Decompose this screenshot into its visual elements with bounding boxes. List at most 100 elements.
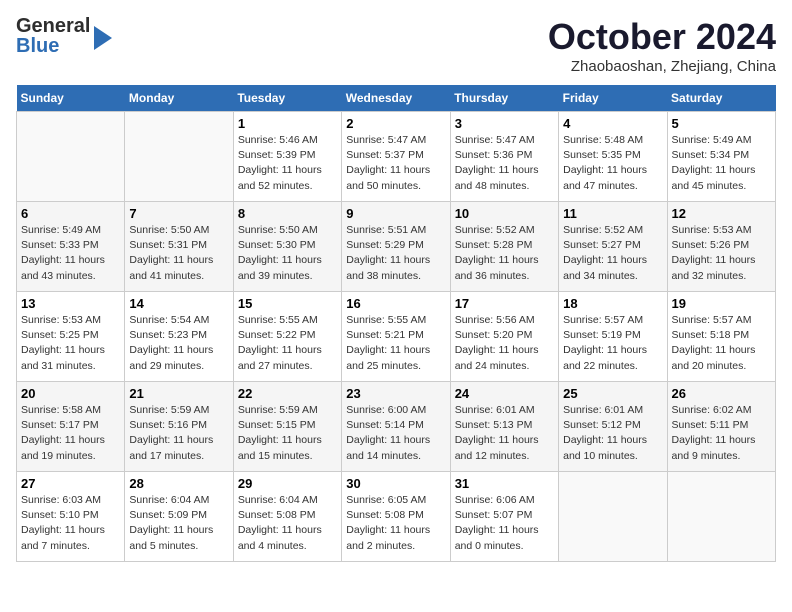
day-number: 8: [238, 206, 337, 221]
calendar-cell: 6Sunrise: 5:49 AM Sunset: 5:33 PM Daylig…: [17, 202, 125, 292]
weekday-header-saturday: Saturday: [667, 85, 775, 112]
day-number: 9: [346, 206, 445, 221]
logo-chevron-icon: [94, 26, 112, 50]
day-number: 22: [238, 386, 337, 401]
logo-name: General Blue: [16, 16, 90, 56]
day-info: Sunrise: 5:48 AM Sunset: 5:35 PM Dayligh…: [563, 133, 662, 194]
calendar-cell: 26Sunrise: 6:02 AM Sunset: 5:11 PM Dayli…: [667, 382, 775, 472]
calendar-cell: 9 Sunrise: 5:51 AM Sunset: 5:29 PM Daylig…: [342, 202, 450, 292]
day-info: Sunrise: 5:52 AM Sunset: 5:27 PM Dayligh…: [563, 223, 662, 284]
calendar-cell: 24Sunrise: 6:01 AM Sunset: 5:13 PM Dayli…: [450, 382, 558, 472]
calendar-cell: 28 Sunrise: 6:04 AM Sunset: 5:09 PM Dayli…: [125, 472, 233, 562]
day-number: 19: [672, 296, 771, 311]
day-info: Sunrise: 5:53 AM Sunset: 5:26 PM Dayligh…: [672, 223, 771, 284]
calendar-cell: 3Sunrise: 5:47 AM Sunset: 5:36 PM Daylig…: [450, 112, 558, 202]
day-number: 29: [238, 476, 337, 491]
calendar-cell: 20Sunrise: 5:58 AM Sunset: 5:17 PM Dayli…: [17, 382, 125, 472]
calendar-cell: 11 Sunrise: 5:52 AM Sunset: 5:27 PM Dayli…: [559, 202, 667, 292]
title-block: October 2024 Zhaobaoshan, Zhejiang, Chin…: [548, 16, 776, 75]
calendar-cell: [667, 472, 775, 562]
month-title: October 2024: [548, 16, 776, 58]
calendar-cell: 17Sunrise: 5:56 AM Sunset: 5:20 PM Dayli…: [450, 292, 558, 382]
location: Zhaobaoshan, Zhejiang, China: [548, 58, 776, 75]
calendar-week-row: 20Sunrise: 5:58 AM Sunset: 5:17 PM Dayli…: [17, 382, 776, 472]
day-info: Sunrise: 5:57 AM Sunset: 5:18 PM Dayligh…: [672, 313, 771, 374]
day-number: 25: [563, 386, 662, 401]
day-number: 10: [455, 206, 554, 221]
calendar-cell: 18 Sunrise: 5:57 AM Sunset: 5:19 PM Dayli…: [559, 292, 667, 382]
calendar-week-row: 13Sunrise: 5:53 AM Sunset: 5:25 PM Dayli…: [17, 292, 776, 382]
calendar-cell: 1 Sunrise: 5:46 AM Sunset: 5:39 PM Daylig…: [233, 112, 341, 202]
day-info: Sunrise: 5:55 AM Sunset: 5:21 PM Dayligh…: [346, 313, 445, 374]
day-info: Sunrise: 6:02 AM Sunset: 5:11 PM Dayligh…: [672, 403, 771, 464]
day-number: 30: [346, 476, 445, 491]
calendar-cell: 30 Sunrise: 6:05 AM Sunset: 5:08 PM Dayli…: [342, 472, 450, 562]
day-info: Sunrise: 5:46 AM Sunset: 5:39 PM Dayligh…: [238, 133, 337, 194]
calendar-cell: 5 Sunrise: 5:49 AM Sunset: 5:34 PM Daylig…: [667, 112, 775, 202]
day-info: Sunrise: 6:05 AM Sunset: 5:08 PM Dayligh…: [346, 493, 445, 554]
calendar-cell: 16 Sunrise: 5:55 AM Sunset: 5:21 PM Dayli…: [342, 292, 450, 382]
day-number: 21: [129, 386, 228, 401]
day-number: 11: [563, 206, 662, 221]
day-number: 16: [346, 296, 445, 311]
calendar-cell: [125, 112, 233, 202]
calendar-cell: 14 Sunrise: 5:54 AM Sunset: 5:23 PM Dayli…: [125, 292, 233, 382]
calendar-cell: 19 Sunrise: 5:57 AM Sunset: 5:18 PM Dayli…: [667, 292, 775, 382]
day-info: Sunrise: 5:51 AM Sunset: 5:29 PM Dayligh…: [346, 223, 445, 284]
weekday-header-monday: Monday: [125, 85, 233, 112]
day-info: Sunrise: 5:58 AM Sunset: 5:17 PM Dayligh…: [21, 403, 120, 464]
day-info: Sunrise: 6:03 AM Sunset: 5:10 PM Dayligh…: [21, 493, 120, 554]
day-info: Sunrise: 5:55 AM Sunset: 5:22 PM Dayligh…: [238, 313, 337, 374]
calendar-week-row: 27 Sunrise: 6:03 AM Sunset: 5:10 PM Dayli…: [17, 472, 776, 562]
day-info: Sunrise: 5:50 AM Sunset: 5:31 PM Dayligh…: [129, 223, 228, 284]
page-header: General Blue October 2024 Zhaobaoshan, Z…: [16, 16, 776, 75]
logo: General Blue: [16, 16, 112, 56]
day-number: 7: [129, 206, 228, 221]
day-info: Sunrise: 5:56 AM Sunset: 5:20 PM Dayligh…: [455, 313, 554, 374]
day-info: Sunrise: 5:57 AM Sunset: 5:19 PM Dayligh…: [563, 313, 662, 374]
day-number: 3: [455, 116, 554, 131]
day-number: 5: [672, 116, 771, 131]
day-number: 31: [455, 476, 554, 491]
day-info: Sunrise: 6:06 AM Sunset: 5:07 PM Dayligh…: [455, 493, 554, 554]
day-number: 14: [129, 296, 228, 311]
calendar-cell: 27 Sunrise: 6:03 AM Sunset: 5:10 PM Dayli…: [17, 472, 125, 562]
calendar-cell: 7 Sunrise: 5:50 AM Sunset: 5:31 PM Daylig…: [125, 202, 233, 292]
day-number: 1: [238, 116, 337, 131]
weekday-header-wednesday: Wednesday: [342, 85, 450, 112]
weekday-header-sunday: Sunday: [17, 85, 125, 112]
day-info: Sunrise: 5:49 AM Sunset: 5:34 PM Dayligh…: [672, 133, 771, 194]
day-number: 6: [21, 206, 120, 221]
day-number: 28: [129, 476, 228, 491]
calendar-cell: 4Sunrise: 5:48 AM Sunset: 5:35 PM Daylig…: [559, 112, 667, 202]
calendar-cell: 31 Sunrise: 6:06 AM Sunset: 5:07 PM Dayli…: [450, 472, 558, 562]
day-number: 18: [563, 296, 662, 311]
calendar-cell: 22 Sunrise: 5:59 AM Sunset: 5:15 PM Dayli…: [233, 382, 341, 472]
day-info: Sunrise: 5:52 AM Sunset: 5:28 PM Dayligh…: [455, 223, 554, 284]
day-info: Sunrise: 5:53 AM Sunset: 5:25 PM Dayligh…: [21, 313, 120, 374]
day-info: Sunrise: 6:01 AM Sunset: 5:12 PM Dayligh…: [563, 403, 662, 464]
calendar-cell: [17, 112, 125, 202]
calendar-cell: 23Sunrise: 6:00 AM Sunset: 5:14 PM Dayli…: [342, 382, 450, 472]
day-info: Sunrise: 6:04 AM Sunset: 5:09 PM Dayligh…: [129, 493, 228, 554]
calendar-cell: 12Sunrise: 5:53 AM Sunset: 5:26 PM Dayli…: [667, 202, 775, 292]
day-info: Sunrise: 5:54 AM Sunset: 5:23 PM Dayligh…: [129, 313, 228, 374]
day-info: Sunrise: 6:00 AM Sunset: 5:14 PM Dayligh…: [346, 403, 445, 464]
calendar-cell: 10 Sunrise: 5:52 AM Sunset: 5:28 PM Dayli…: [450, 202, 558, 292]
calendar-cell: 2Sunrise: 5:47 AM Sunset: 5:37 PM Daylig…: [342, 112, 450, 202]
weekday-header-row: SundayMondayTuesdayWednesdayThursdayFrid…: [17, 85, 776, 112]
weekday-header-friday: Friday: [559, 85, 667, 112]
calendar-table: SundayMondayTuesdayWednesdayThursdayFrid…: [16, 85, 776, 562]
day-number: 24: [455, 386, 554, 401]
logo-blue: Blue: [16, 36, 90, 56]
weekday-header-thursday: Thursday: [450, 85, 558, 112]
calendar-cell: 8 Sunrise: 5:50 AM Sunset: 5:30 PM Daylig…: [233, 202, 341, 292]
day-info: Sunrise: 5:59 AM Sunset: 5:15 PM Dayligh…: [238, 403, 337, 464]
day-info: Sunrise: 5:50 AM Sunset: 5:30 PM Dayligh…: [238, 223, 337, 284]
day-info: Sunrise: 5:59 AM Sunset: 5:16 PM Dayligh…: [129, 403, 228, 464]
day-number: 27: [21, 476, 120, 491]
calendar-week-row: 6Sunrise: 5:49 AM Sunset: 5:33 PM Daylig…: [17, 202, 776, 292]
calendar-week-row: 1 Sunrise: 5:46 AM Sunset: 5:39 PM Daylig…: [17, 112, 776, 202]
calendar-cell: [559, 472, 667, 562]
day-info: Sunrise: 6:04 AM Sunset: 5:08 PM Dayligh…: [238, 493, 337, 554]
